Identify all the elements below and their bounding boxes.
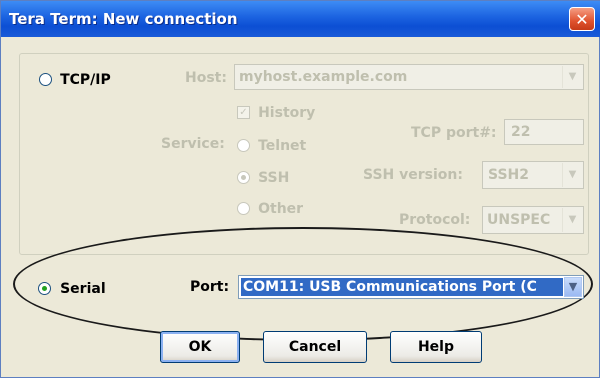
chevron-down-icon[interactable]: ▼ <box>562 208 582 232</box>
port-dropdown[interactable]: COM11: USB Communications Port (C ▼ <box>238 275 584 299</box>
other-label: Other <box>258 201 304 217</box>
protocol-value: UNSPEC <box>487 212 551 228</box>
ok-button[interactable]: OK <box>160 331 240 363</box>
host-combobox[interactable]: myhost.example.com ▼ <box>234 64 584 90</box>
chevron-down-icon[interactable]: ▼ <box>564 277 582 297</box>
tcpip-radio-label: TCP/IP <box>60 72 111 88</box>
cancel-button[interactable]: Cancel <box>263 331 367 363</box>
history-label: History <box>258 105 316 121</box>
service-other-radio[interactable]: Other <box>237 198 303 217</box>
host-value: myhost.example.com <box>239 69 408 85</box>
ssh-version-label: SSH version: <box>363 167 463 183</box>
telnet-radio-button[interactable] <box>237 139 250 152</box>
port-selected-value: COM11: USB Communications Port (C <box>241 278 563 296</box>
ssh-radio-button[interactable] <box>237 171 250 184</box>
ssh-version-combobox[interactable]: SSH2 ▼ <box>482 161 584 189</box>
title-bar[interactable]: Tera Term: New connection ✕ <box>1 1 600 37</box>
dialog-window: Tera Term: New connection ✕ TCP/IP Host:… <box>0 0 600 378</box>
checkmark-icon[interactable]: ✓ <box>237 106 250 119</box>
window-title: Tera Term: New connection <box>9 10 238 28</box>
history-checkbox[interactable]: ✓ History <box>237 102 315 121</box>
tcpip-radio-button[interactable] <box>39 73 52 86</box>
help-button[interactable]: Help <box>390 331 482 363</box>
ssh-version-value: SSH2 <box>488 167 529 183</box>
tcp-port-field[interactable]: 22 <box>504 119 584 145</box>
other-radio-button[interactable] <box>237 202 250 215</box>
protocol-label: Protocol: <box>399 212 471 228</box>
tcp-port-label: TCP port#: <box>411 125 497 141</box>
host-label: Host: <box>185 70 227 86</box>
chevron-down-icon[interactable]: ▼ <box>562 66 582 88</box>
tcp-port-value: 22 <box>511 124 531 140</box>
tcpip-radio[interactable]: TCP/IP <box>39 69 111 88</box>
serial-radio[interactable]: Serial <box>38 278 106 297</box>
serial-radio-button[interactable] <box>38 282 51 295</box>
service-telnet-radio[interactable]: Telnet <box>237 135 306 154</box>
port-label: Port: <box>190 279 230 295</box>
service-label: Service: <box>161 136 225 152</box>
serial-radio-label: Serial <box>60 281 106 297</box>
ssh-label: SSH <box>258 170 290 186</box>
chevron-down-icon[interactable]: ▼ <box>562 163 582 187</box>
close-icon[interactable]: ✕ <box>569 7 595 31</box>
telnet-label: Telnet <box>258 138 307 154</box>
service-ssh-radio[interactable]: SSH <box>237 167 289 186</box>
protocol-combobox[interactable]: UNSPEC ▼ <box>482 206 584 234</box>
